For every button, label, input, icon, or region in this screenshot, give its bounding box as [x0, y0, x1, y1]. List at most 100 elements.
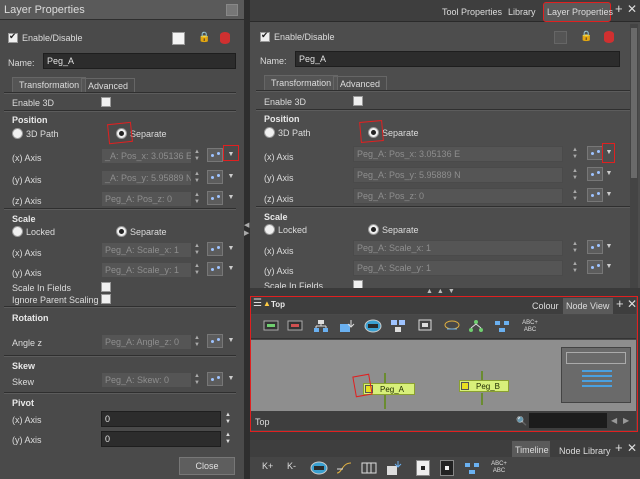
right-pos-y-dropdown[interactable]: ▼ [605, 167, 613, 181]
left-pos-y-spinner[interactable]: ▲ ▼ [193, 171, 201, 185]
import-node-icon[interactable] [339, 319, 357, 335]
right-locked-radio[interactable] [264, 224, 275, 235]
left-enable3d-checkbox[interactable] [101, 97, 111, 107]
left-pivot-y-field[interactable]: 0 [101, 431, 221, 447]
right-name-field[interactable]: Peg_A [295, 51, 620, 67]
node-view-breadcrumb[interactable]: Top [255, 417, 270, 427]
navigator-viewport[interactable] [566, 352, 626, 364]
group-node-icon[interactable] [313, 319, 331, 335]
abc-node-icon[interactable]: ABC+ ABC [519, 320, 541, 334]
left-cylinder-icon[interactable] [220, 32, 230, 44]
right-pos-z-dropdown[interactable]: ▼ [605, 188, 613, 202]
left-skew-spinner[interactable]: ▲ ▼ [193, 373, 201, 387]
left-skew-dropdown[interactable]: ▼ [227, 372, 235, 386]
right-pos-y-spinner[interactable]: ▲ ▼ [571, 168, 579, 182]
left-angle-z-spinner[interactable]: ▲ ▼ [193, 335, 201, 349]
composite-node-icon[interactable] [390, 319, 408, 335]
right-pos-z-spinner[interactable]: ▲ ▼ [571, 189, 579, 203]
right-enable-checkbox[interactable] [260, 30, 270, 42]
display-node-icon[interactable] [417, 319, 435, 335]
left-angle-z-field[interactable]: Peg_A: Angle_z: 0 [101, 334, 192, 350]
node-view-add-tab-icon[interactable]: + [616, 297, 626, 310]
keyframe-white-icon[interactable] [416, 460, 430, 476]
right-close-panel-icon[interactable]: ✕ [627, 3, 637, 15]
right-pos-x-spinner[interactable]: ▲ ▼ [571, 147, 579, 161]
left-panel-float-button[interactable] [226, 4, 238, 16]
right-add-tab-icon[interactable]: + [615, 2, 625, 15]
tab-timeline[interactable]: Timeline [512, 441, 550, 457]
peg-b-port[interactable] [461, 382, 469, 390]
left-pos-x-function-button[interactable] [207, 148, 223, 162]
node-view-search-icon[interactable]: 🔍 [516, 415, 527, 427]
left-pos-z-function-button[interactable] [207, 191, 223, 205]
right-scale-y-spinner[interactable]: ▲ ▼ [571, 261, 579, 275]
left-close-button[interactable]: Close [179, 457, 235, 475]
right-scrollbar-thumb[interactable] [631, 28, 637, 178]
node-view-menu-icon[interactable]: ☰ [253, 299, 262, 309]
right-pos-y-field[interactable]: Peg_A: Pos_y: 5.95889 N [353, 167, 563, 183]
onion-skin-icon[interactable] [310, 461, 328, 477]
left-scale-y-function-button[interactable] [207, 262, 223, 276]
right-pos-x-function-button[interactable] [587, 146, 603, 160]
camera-node-icon[interactable] [364, 319, 382, 335]
right-scale-y-field[interactable]: Peg_A: Scale_y: 1 [353, 260, 563, 276]
node-view-tab-node-view[interactable]: Node View [563, 298, 613, 314]
bottom-close-icon[interactable]: ✕ [627, 442, 637, 454]
keyframe-black-icon[interactable] [440, 460, 454, 476]
left-pivot-y-spinner[interactable]: ▲ ▼ [224, 432, 232, 446]
left-scale-x-dropdown[interactable]: ▼ [227, 242, 235, 256]
right-pos-x-field[interactable]: Peg_A: Pos_x: 3.05136 E [353, 146, 563, 162]
right-scale-x-field[interactable]: Peg_A: Scale_x: 1 [353, 240, 563, 256]
left-pos-x-spinner[interactable]: ▲ ▼ [193, 149, 201, 163]
left-pos-y-function-button[interactable] [207, 170, 223, 184]
node-view-scroll-left[interactable]: ◀ [611, 415, 621, 427]
cloud-node-icon[interactable] [443, 319, 461, 335]
right-scale-x-function-button[interactable] [587, 240, 603, 254]
node-view-scroll-right[interactable]: ▶ [623, 415, 633, 427]
left-3dpath-radio[interactable] [12, 128, 23, 139]
left-pivot-x-spinner[interactable]: ▲ ▼ [224, 412, 232, 426]
splitter-collapse-icons[interactable]: ▲▲▼ [426, 288, 462, 296]
left-pos-y-field[interactable]: _A: Pos_y: 5.95889 N [101, 170, 192, 186]
right-tab-layer-properties[interactable]: Layer Properties [543, 2, 613, 22]
remove-keyframe-button[interactable]: K- [287, 461, 296, 471]
left-locked-radio[interactable] [12, 226, 23, 237]
left-pos-z-field[interactable]: Peg_A: Pos_z: 0 [101, 191, 192, 207]
node-view-search-field[interactable] [529, 413, 607, 428]
left-lock-icon[interactable]: 🔒 [198, 33, 210, 43]
right-color-swatch[interactable] [554, 31, 567, 44]
left-scale-y-field[interactable]: Peg_A: Scale_y: 1 [101, 262, 192, 278]
right-scale-x-spinner[interactable]: ▲ ▼ [571, 241, 579, 255]
tree-node-icon[interactable] [468, 319, 486, 335]
right-cylinder-icon[interactable] [604, 31, 614, 43]
left-skew-function-button[interactable] [207, 372, 223, 386]
node-view-tab-colour[interactable]: Colour [526, 299, 565, 315]
node-view-close-icon[interactable]: ✕ [627, 298, 637, 310]
right-pos-z-function-button[interactable] [587, 188, 603, 202]
left-angle-z-dropdown[interactable]: ▼ [227, 334, 235, 348]
right-pos-y-function-button[interactable] [587, 167, 603, 181]
node-view-navigator[interactable] [561, 347, 631, 403]
left-pos-z-spinner[interactable]: ▲ ▼ [193, 192, 201, 206]
multi-node-icon[interactable] [494, 319, 512, 335]
right-scale-x-dropdown[interactable]: ▼ [605, 240, 613, 254]
right-tab-tool-properties[interactable]: Tool Properties [436, 5, 508, 21]
left-pos-x-field[interactable]: _A: Pos_x: 3.05136 E [101, 148, 192, 164]
left-skew-field[interactable]: Peg_A: Skew: 0 [101, 372, 192, 388]
add-keyframe-button[interactable]: K+ [262, 461, 273, 471]
right-tab-transformation[interactable]: Transformation [264, 75, 339, 91]
left-scale-x-spinner[interactable]: ▲ ▼ [193, 243, 201, 257]
right-pos-z-field[interactable]: Peg_A: Pos_z: 0 [353, 188, 563, 204]
left-pos-y-dropdown[interactable]: ▼ [227, 170, 235, 184]
right-tab-library[interactable]: Library [502, 5, 542, 21]
left-angle-z-function-button[interactable] [207, 334, 223, 348]
left-pos-z-dropdown[interactable]: ▼ [227, 191, 235, 205]
left-tab-transformation[interactable]: Transformation [12, 77, 87, 93]
left-scale-y-dropdown[interactable]: ▼ [227, 262, 235, 276]
left-name-field[interactable]: Peg_A [43, 53, 236, 69]
bottom-add-tab-icon[interactable]: + [615, 441, 625, 454]
left-scale-x-field[interactable]: Peg_A: Scale_x: 1 [101, 242, 192, 258]
right-enable3d-checkbox[interactable] [353, 96, 363, 106]
left-enable-checkbox[interactable] [8, 31, 18, 43]
right-lock-icon[interactable]: 🔒 [580, 32, 592, 42]
